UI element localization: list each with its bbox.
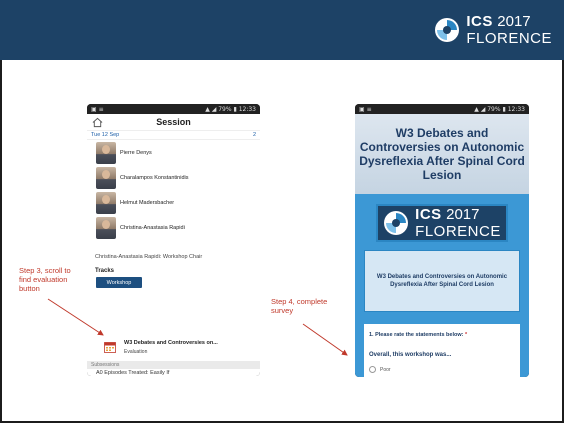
notification-icons: ▣ ≡ xyxy=(91,105,104,113)
survey-question: 1. Please rate the statements below: * O… xyxy=(364,324,520,377)
app-header: Session xyxy=(87,114,260,131)
page-title: Session xyxy=(156,117,191,127)
calendar-icon xyxy=(104,342,116,353)
evaluation-button[interactable]: W3 Debates and Controversies on... Evalu… xyxy=(87,336,260,358)
brand-city: FLORENCE xyxy=(415,223,501,240)
speaker-row[interactable]: Helmut Madersbacher xyxy=(87,190,260,215)
avatar xyxy=(96,141,116,164)
workshop-chair: Christina-Anastasia Rapidi: Workshop Cha… xyxy=(95,254,203,260)
step3-callout: Step 3, scroll to find evaluation button xyxy=(19,266,71,293)
subsession-item[interactable]: A0 Episodes Treated: Easily If xyxy=(87,369,260,376)
rating-option-label: Poor xyxy=(380,366,391,373)
subsessions-header: Subsessions xyxy=(87,361,260,369)
survey-info-card: W3 Debates and Controversies on Autonomi… xyxy=(364,250,520,312)
ics-logo-icon xyxy=(435,18,460,42)
speaker-row[interactable]: Christina-Anastasia Rapidi xyxy=(87,215,260,240)
brand-ics: ICS xyxy=(466,13,493,30)
home-icon[interactable] xyxy=(92,117,103,128)
status-bar: ▣ ≡ ▲ ◢ 79% ▮ 12:33 xyxy=(355,104,529,114)
notification-icons: ▣ ≡ xyxy=(359,105,372,113)
brand-wordmark: ICS 2017 FLORENCE xyxy=(466,14,552,46)
session-date: Tue 12 Sep xyxy=(91,132,120,138)
brand-year: 2017 xyxy=(497,13,531,30)
speaker-row[interactable]: Charalampos Konstantinidis xyxy=(87,165,260,190)
avatar xyxy=(96,166,116,189)
rating-option[interactable]: Poor xyxy=(369,366,515,373)
step4-callout: Step 4, complete survey xyxy=(271,297,328,315)
survey-ics-logo: ICS 2017 FLORENCE xyxy=(376,204,508,242)
speaker-name: Charalampos Konstantinidis xyxy=(120,174,189,181)
question-statement: Overall, this workshop was... xyxy=(369,352,452,358)
ics-logo-icon xyxy=(384,211,409,235)
date-row: Tue 12 Sep 2 xyxy=(87,131,260,140)
status-right: ▲ ◢ 79% ▮ 12:33 xyxy=(205,105,256,113)
status-right: ▲ ◢ 79% ▮ 12:33 xyxy=(474,105,525,113)
speaker-name: Pierre Denys xyxy=(120,149,152,156)
avatar xyxy=(96,191,116,214)
survey-title: W3 Debates and Controversies on Autonomi… xyxy=(359,125,525,183)
phone-survey-screenshot: ▣ ≡ ▲ ◢ 79% ▮ 12:33 W3 Debates and Contr… xyxy=(355,104,529,377)
evaluation-subtitle: Evaluation xyxy=(124,348,148,355)
required-marker: * xyxy=(465,332,468,338)
radio-button[interactable] xyxy=(369,366,376,373)
date-count: 2 xyxy=(252,132,256,138)
speaker-name: Helmut Madersbacher xyxy=(120,199,175,206)
brand-year: 2017 xyxy=(446,206,480,223)
evaluation-text: W3 Debates and Controversies on... Evalu… xyxy=(124,340,218,355)
speaker-name: Christina-Anastasia Rapidi xyxy=(120,224,185,231)
survey-hero: W3 Debates and Controversies on Autonomi… xyxy=(355,114,529,194)
header-banner: ICS 2017 FLORENCE xyxy=(0,0,564,60)
avatar xyxy=(96,216,116,239)
phone-session-screenshot: ▣ ≡ ▲ ◢ 79% ▮ 12:33 Session Tue 12 Sep 2… xyxy=(87,104,260,376)
brand-ics: ICS xyxy=(415,206,442,223)
brand-wordmark: ICS 2017 FLORENCE xyxy=(415,207,501,239)
brand-city: FLORENCE xyxy=(466,30,552,47)
evaluation-title: W3 Debates and Controversies on... xyxy=(124,339,218,346)
status-bar: ▣ ≡ ▲ ◢ 79% ▮ 12:33 xyxy=(87,104,260,114)
question-label: 1. Please rate the statements below: * xyxy=(369,332,468,338)
ics-brand: ICS 2017 FLORENCE xyxy=(434,10,552,50)
survey-card-title: W3 Debates and Controversies on Autonomi… xyxy=(376,273,508,288)
tracks-label: Tracks xyxy=(95,268,115,274)
survey-screen: W3 Debates and Controversies on Autonomi… xyxy=(355,114,529,377)
speaker-row[interactable]: Pierre Denys xyxy=(87,140,260,165)
workshop-track-button[interactable]: Workshop xyxy=(96,277,142,288)
session-screen: Session Tue 12 Sep 2 Pierre Denys Charal… xyxy=(87,114,260,376)
